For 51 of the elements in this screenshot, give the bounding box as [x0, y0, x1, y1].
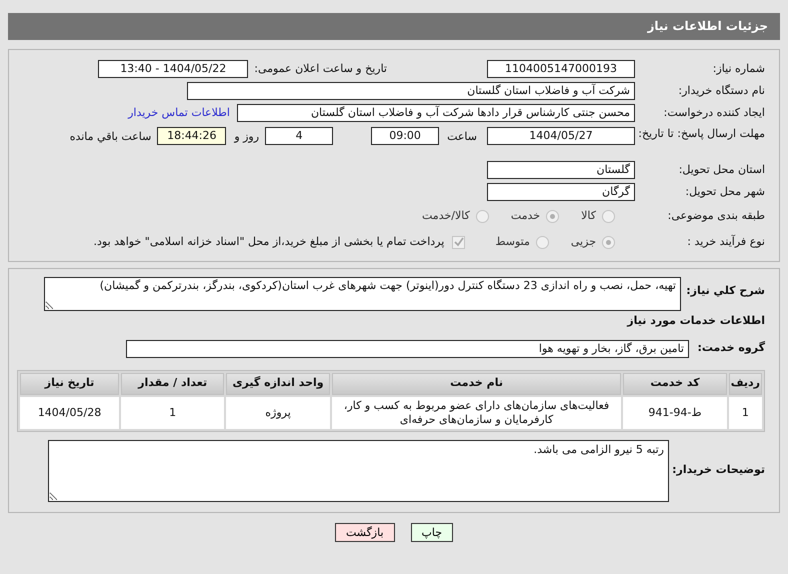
column-header: نام خدمت — [332, 372, 622, 394]
province-field[interactable]: گلستان — [487, 161, 635, 179]
days-field[interactable]: 4 — [265, 127, 334, 145]
table-cell: 1404/05/28 — [20, 396, 120, 428]
field-label: نوع فرآیند خرید : — [686, 234, 765, 250]
back-button[interactable]: بازگشت — [334, 522, 395, 542]
option-label: جزیی — [570, 234, 596, 250]
field-label: ساعت باقي مانده — [70, 129, 152, 145]
option-label: خدمت — [510, 208, 540, 224]
field-label: شماره نیاز: — [712, 60, 765, 77]
option-label: کالا — [581, 208, 596, 224]
description-field[interactable]: تهیه، حمل، نصب و راه اندازی 23 دستگاه کنترل دور(اینوتر) جهت شهرهای غرب استان(کردکوی، بندرگز، بندرترکمن و گمیشان) — [44, 277, 681, 311]
city-field[interactable]: گرگان — [487, 183, 635, 201]
service-group-field[interactable]: تامین برق، گاز، بخار و تهویه هوا — [126, 340, 689, 358]
field-label: مهلت ارسال پاسخ: تا تاریخ: — [637, 127, 765, 142]
field-label: شهر محل تحویل: — [684, 184, 765, 200]
announce-date-field[interactable]: 1404/05/22 - 13:40 — [98, 60, 248, 78]
field-label: نام دستگاه خریدار: — [677, 82, 765, 99]
remaining-time-field[interactable]: 18:44:26 — [157, 127, 226, 145]
section-heading: اطلاعات خدمات مورد نیاز — [626, 313, 765, 329]
creator-field[interactable]: محسن جنتی کارشناس قرار دادها شرکت آب و فاضلاب استان گلستان — [237, 104, 635, 122]
deadline-time-field[interactable]: 09:00 — [371, 127, 440, 145]
buyer-org-field[interactable]: شرکت آب و فاضلاب استان گلستان — [187, 82, 635, 100]
field-label: طبقه بندی موضوعی: — [666, 208, 765, 224]
table-cell: فعالیت‌های سازمان‌های دارای عضو مربوط به کسب و کار، کارفرمایان و سازمان‌های حرفه‌ای — [332, 396, 622, 428]
field-label: توضیحات خریدار: — [671, 462, 765, 478]
field-label: گروه خدمت: — [696, 340, 765, 356]
print-button[interactable]: چاپ — [410, 522, 454, 542]
column-header: تاریخ نیاز — [20, 372, 120, 394]
buyer-notes-field[interactable]: رتبه 5 نیرو الزامی می باشد. — [48, 440, 669, 502]
table-cell: 1 — [728, 396, 762, 428]
deadline-date-field[interactable]: 1404/05/27 — [487, 127, 635, 145]
option-label: کالا/خدمت — [422, 208, 470, 224]
column-header: تعداد / مقدار — [121, 372, 224, 394]
field-label: شرح کلي نیاز: — [685, 283, 765, 299]
column-header: واحد اندازه گیری — [226, 372, 330, 394]
need-number-field[interactable]: 1104005147000193 — [487, 60, 635, 78]
treasury-note: پرداخت تمام یا بخشی از مبلغ خرید،از محل "اسناد خزانه اسلامی" خواهد بود. — [94, 234, 444, 250]
table-cell: پروژه — [226, 396, 330, 428]
table-cell: ط-94-941 — [623, 396, 727, 428]
field-label: ایجاد کننده درخواست: — [662, 104, 765, 121]
page-title: جزئیات اطلاعات نیاز — [8, 13, 780, 40]
field-label: روز و — [234, 129, 260, 145]
field-label: ساعت — [447, 129, 477, 145]
field-label: تاریخ و ساعت اعلان عمومی: — [254, 60, 387, 77]
table-cell: 1 — [121, 396, 224, 428]
contact-link[interactable]: اطلاعات تماس خریدار — [128, 104, 230, 122]
field-label: استان محل تحویل: — [678, 162, 765, 178]
column-header: کد خدمت — [623, 372, 727, 394]
column-header: ردیف — [728, 372, 762, 394]
option-label: متوسط — [495, 234, 530, 250]
